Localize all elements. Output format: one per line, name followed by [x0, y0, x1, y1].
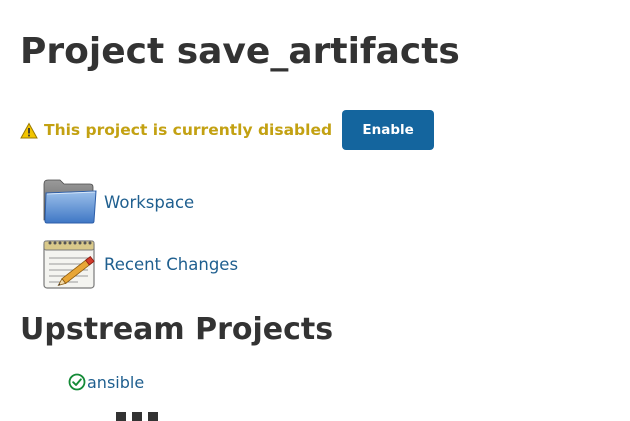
task-recent-changes[interactable]: Recent Changes: [42, 238, 238, 290]
upstream-project-item: ansible: [68, 370, 144, 394]
notepad-icon: [43, 240, 95, 289]
disabled-status-row: This project is currently disabled Enabl…: [20, 110, 435, 150]
warning-icon: [20, 122, 38, 139]
project-page: Project save_artifacts This project is c…: [0, 0, 630, 421]
check-circle-icon: [68, 373, 86, 391]
task-recent-changes-label[interactable]: Recent Changes: [104, 255, 238, 274]
enable-button[interactable]: Enable: [342, 110, 435, 150]
task-workspace[interactable]: Workspace: [42, 176, 194, 228]
upstream-projects-heading: Upstream Projects: [20, 312, 334, 347]
disabled-warning-text: This project is currently disabled: [44, 121, 333, 139]
page-title: Project save_artifacts: [20, 31, 460, 72]
task-workspace-label[interactable]: Workspace: [104, 193, 194, 212]
upstream-project-link[interactable]: ansible: [87, 373, 144, 392]
cut-off-text-fragment: [116, 412, 176, 421]
folder-icon: [43, 179, 97, 224]
